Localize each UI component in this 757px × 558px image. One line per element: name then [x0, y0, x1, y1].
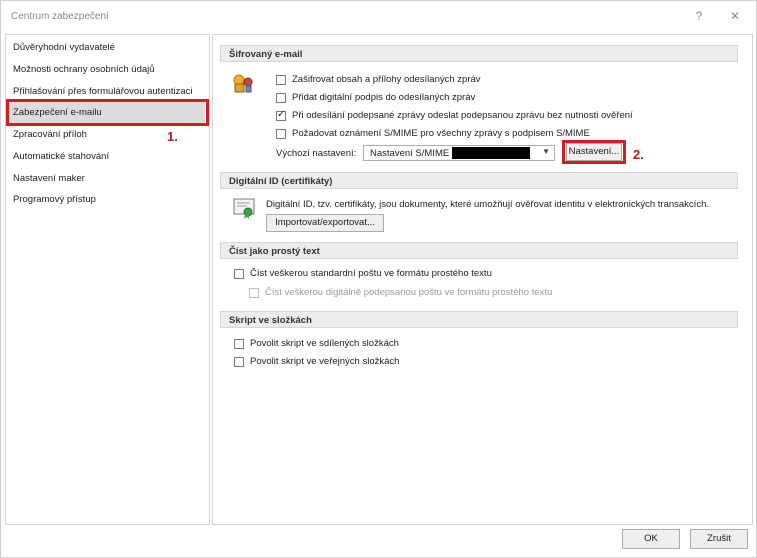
- read-all-plain-text-label: Číst veškerou standardní poštu ve formát…: [250, 268, 492, 279]
- allow-public-folder-script-checkbox[interactable]: [234, 357, 244, 367]
- nav-item-automatic-download[interactable]: Automatické stahování: [13, 151, 109, 162]
- settings-panel: [212, 34, 753, 525]
- digital-id-description: Digitální ID, tzv. certifikáty, jsou dok…: [266, 199, 709, 210]
- section-title: Číst jako prostý text: [229, 246, 320, 257]
- nav-item-privacy-options[interactable]: Možnosti ochrany osobních údajů: [13, 64, 155, 75]
- step2-highlight-box: [562, 140, 626, 164]
- request-smime-receipt-checkbox[interactable]: [276, 129, 286, 139]
- title-bar: Centrum zabezpečení ? ✕: [1, 1, 757, 31]
- help-button[interactable]: ?: [689, 7, 709, 25]
- read-signed-plain-text-checkbox[interactable]: [249, 288, 259, 298]
- ok-button[interactable]: OK: [622, 529, 680, 549]
- read-all-plain-text-checkbox[interactable]: [234, 269, 244, 279]
- add-digital-signature-label: Přidat digitální podpis do odesílaných z…: [292, 92, 476, 103]
- default-settings-label: Výchozí nastavení:: [276, 148, 357, 159]
- chevron-down-icon: ▼: [542, 147, 550, 156]
- encrypt-contents-label: Zašifrovat obsah a přílohy odesílaných z…: [292, 74, 481, 85]
- allow-shared-folder-script-checkbox[interactable]: [234, 339, 244, 349]
- import-export-button[interactable]: Importovat/exportovat...: [266, 214, 384, 232]
- section-header-plain-text: Číst jako prostý text: [220, 242, 738, 259]
- send-clear-text-signed-label: Při odesílání podepsané zprávy odeslat p…: [292, 110, 633, 121]
- encrypt-contents-checkbox[interactable]: [276, 75, 286, 85]
- allow-public-folder-script-label: Povolit skript ve veřejných složkách: [250, 356, 400, 367]
- nav-item-trusted-publishers[interactable]: Důvěryhodní vydavatelé: [13, 42, 115, 53]
- allow-shared-folder-script-label: Povolit skript ve sdílených složkách: [250, 338, 399, 349]
- redacted-block: [452, 147, 530, 159]
- trust-center-dialog: Centrum zabezpečení ? ✕ Důvěryhodní vyda…: [0, 0, 757, 558]
- close-button[interactable]: ✕: [725, 7, 745, 25]
- step1-label: 1.: [167, 129, 178, 144]
- section-header-digital-id: Digitální ID (certifikáty): [220, 172, 738, 189]
- nav-item-programmatic-access[interactable]: Programový přístup: [13, 194, 96, 205]
- cancel-button[interactable]: Zrušit: [690, 529, 748, 549]
- nav-item-attachment-handling[interactable]: Zpracování příloh: [13, 129, 87, 140]
- section-header-encrypted-email: Šifrovaný e-mail: [220, 45, 738, 62]
- step1-highlight-box: [6, 99, 209, 126]
- section-title: Digitální ID (certifikáty): [229, 176, 333, 187]
- nav-item-macro-settings[interactable]: Nastavení maker: [13, 173, 85, 184]
- section-header-folder-script: Skript ve složkách: [220, 311, 738, 328]
- certificate-icon: [233, 198, 255, 219]
- read-signed-plain-text-label: Číst veškerou digitálně podepsanou poštu…: [265, 287, 553, 298]
- nav-item-form-based-signin[interactable]: Přihlašování přes formulářovou autentiza…: [13, 86, 193, 97]
- section-title: Skript ve složkách: [229, 315, 312, 326]
- request-smime-receipt-label: Požadovat oznámení S/MIME pro všechny zp…: [292, 128, 590, 139]
- step2-label: 2.: [633, 147, 644, 162]
- encryption-lock-icon: [233, 74, 253, 93]
- send-clear-text-signed-checkbox[interactable]: [276, 109, 286, 121]
- section-title: Šifrovaný e-mail: [229, 49, 303, 60]
- default-settings-value: Nastavení S/MIME: [370, 148, 450, 159]
- add-digital-signature-checkbox[interactable]: [276, 93, 286, 103]
- window-title: Centrum zabezpečení: [11, 11, 109, 22]
